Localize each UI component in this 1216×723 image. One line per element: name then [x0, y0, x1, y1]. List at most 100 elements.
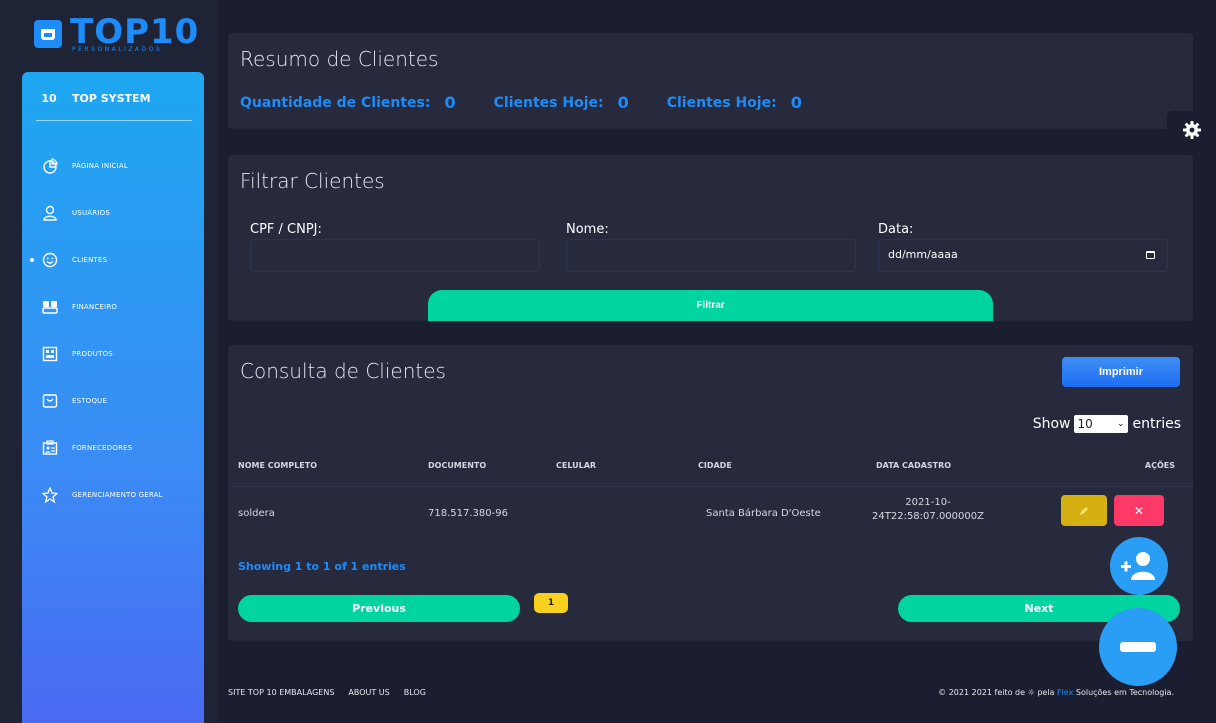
sidebar-item-produtos[interactable]: PRODUTOS: [22, 330, 204, 377]
stat-value: 0: [444, 93, 456, 112]
filter-title: Filtrar Clientes: [240, 169, 385, 193]
supplier-icon: [40, 438, 60, 458]
chevron-down-icon: ⌄: [1116, 419, 1125, 429]
entries-label: entries: [1132, 416, 1181, 432]
close-icon: ✕: [1133, 503, 1145, 518]
user-icon: [40, 203, 60, 223]
sidebar-item-clientes[interactable]: CLIENTES: [22, 236, 204, 283]
cell-nome: soldera: [238, 508, 275, 519]
product-icon: [40, 344, 60, 364]
data-label: Data:: [878, 222, 914, 237]
stat-hoje-1: Clientes Hoje: 0: [494, 93, 629, 112]
brand-row[interactable]: 10 TOP SYSTEM: [22, 72, 204, 124]
nome-label: Nome:: [566, 222, 609, 237]
logo-subtext: PERSONALIZADOS: [72, 46, 163, 53]
cpf-input[interactable]: [250, 239, 540, 272]
active-indicator: [30, 257, 34, 262]
stat-label: Clientes Hoje:: [493, 94, 604, 111]
money-icon: [40, 297, 60, 317]
stat-quantidade: Quantidade de Clientes: 0: [240, 93, 456, 112]
stat-hoje-2: Clientes Hoje: 0: [667, 93, 802, 112]
minus-icon: [1120, 642, 1156, 652]
entries-select[interactable]: 10 ⌄: [1074, 415, 1129, 433]
footer-copyright: © 2021 2021 feito de ☼ pela Flex Soluçõe…: [938, 688, 1174, 697]
stock-icon: [40, 391, 60, 411]
col-data-cadastro[interactable]: DATA CADASTRO: [876, 461, 951, 470]
col-cidade[interactable]: CIDADE: [698, 461, 732, 470]
col-celular[interactable]: CELULAR: [556, 461, 596, 470]
copyright-brand-link[interactable]: Flex: [1057, 688, 1073, 697]
logo-text: TOP10: [70, 12, 200, 52]
pie-chart-icon: [40, 156, 60, 176]
footer-link-about[interactable]: ABOUT US: [348, 688, 389, 697]
filtrar-button[interactable]: Filtrar: [428, 290, 993, 321]
delete-button[interactable]: ✕: [1114, 495, 1164, 526]
brand-name: TOP SYSTEM: [72, 91, 151, 105]
previous-button[interactable]: Previous: [238, 595, 520, 622]
sidebar-item-label: GERENCIAMENTO GERAL: [72, 490, 163, 499]
summary-card: Resumo de Clientes Quantidade de Cliente…: [228, 33, 1193, 129]
showing-info: Showing 1 to 1 of 1 entries: [238, 560, 406, 573]
summary-stats: Quantidade de Clientes: 0 Clientes Hoje:…: [240, 93, 840, 112]
cell-documento: 718.517.380-96: [428, 508, 508, 519]
gear-star-icon: [40, 485, 60, 505]
table-row: soldera 718.517.380-96 Santa Bárbara D'O…: [228, 488, 1193, 534]
cpf-label: CPF / CNPJ:: [250, 222, 322, 237]
consulta-title: Consulta de Clientes: [240, 359, 446, 383]
settings-toggle[interactable]: [1167, 111, 1216, 149]
sidebar-item-label: PÁGINA INICIAL: [72, 161, 128, 170]
date-line-2: 24T22:58:07.000000Z: [872, 510, 984, 522]
calendar-icon[interactable]: [1146, 251, 1155, 259]
cell-data-cadastro: 2021-10- 24T22:58:07.000000Z: [868, 496, 988, 523]
add-user-button[interactable]: [1110, 537, 1168, 595]
footer-link-blog[interactable]: BLOG: [404, 688, 426, 697]
smile-icon: [40, 250, 60, 270]
sidebar-item-usuarios[interactable]: USUÁRIOS: [22, 189, 204, 236]
pencil-icon: [1080, 506, 1088, 515]
page-1-button[interactable]: 1: [534, 593, 568, 613]
sidebar-item-label: PRODUTOS: [72, 349, 113, 358]
col-documento[interactable]: DOCUMENTO: [428, 461, 486, 470]
imprimir-button[interactable]: Imprimir: [1062, 357, 1180, 387]
sidebar-item-label: ESTOQUE: [72, 396, 108, 405]
sidebar-item-fornecedores[interactable]: FORNECEDORES: [22, 424, 204, 471]
stat-label: Clientes Hoje:: [666, 94, 777, 111]
footer-link-site[interactable]: SITE TOP 10 EMBALAGENS: [228, 688, 334, 697]
summary-title: Resumo de Clientes: [240, 47, 439, 71]
sidebar-item-financeiro[interactable]: FINANCEIRO: [22, 283, 204, 330]
stat-value: 0: [790, 93, 802, 112]
sidebar-item-label: FORNECEDORES: [72, 443, 133, 452]
show-entries: Show 10 ⌄ entries: [1033, 415, 1181, 433]
gear-icon: [1182, 121, 1201, 139]
logo-mark-icon: [34, 20, 62, 48]
sidebar: TOP10 PERSONALIZADOS 10 TOP SYSTEM PÁGIN…: [0, 0, 218, 723]
show-label: Show: [1032, 416, 1071, 432]
copyright-suffix: Soluções em Tecnologia.: [1073, 688, 1174, 697]
sidebar-item-gerenciamento-geral[interactable]: GERENCIAMENTO GERAL: [22, 471, 204, 518]
sidebar-panel: 10 TOP SYSTEM PÁGINA INICIAL USUÁRIOS CL…: [22, 72, 204, 723]
nome-input[interactable]: [566, 239, 856, 272]
stat-value: 0: [617, 93, 629, 112]
sidebar-nav: PÁGINA INICIAL USUÁRIOS CLIENTES FINANCE…: [22, 142, 204, 518]
collapse-button[interactable]: [1099, 608, 1177, 686]
col-nome[interactable]: NOME COMPLETO: [238, 461, 317, 470]
sidebar-item-label: FINANCEIRO: [72, 302, 118, 311]
copyright-prefix: © 2021 2021 feito de ☼ pela: [938, 688, 1057, 697]
table-header: NOME COMPLETO DOCUMENTO CELULAR CIDADE D…: [228, 461, 1193, 487]
footer-links: SITE TOP 10 EMBALAGENS ABOUT US BLOG: [228, 688, 440, 697]
date-placeholder: dd/mm/aaaa: [888, 248, 958, 261]
cell-cidade: Santa Bárbara D'Oeste: [706, 508, 821, 519]
stat-label: Quantidade de Clientes:: [240, 94, 431, 111]
sidebar-item-label: USUÁRIOS: [72, 208, 110, 217]
consulta-card: Consulta de Clientes Imprimir Show 10 ⌄ …: [228, 345, 1193, 641]
date-line-1: 2021-10-: [905, 497, 951, 508]
sidebar-item-pagina-inicial[interactable]: PÁGINA INICIAL: [22, 142, 204, 189]
logo[interactable]: TOP10 PERSONALIZADOS: [34, 14, 199, 54]
entries-value: 10: [1077, 417, 1093, 431]
sidebar-item-label: CLIENTES: [72, 255, 108, 264]
edit-button[interactable]: [1061, 495, 1107, 526]
col-acoes: AÇÕES: [1144, 461, 1175, 470]
brand-number: 10: [41, 91, 57, 105]
filter-card: Filtrar Clientes CPF / CNPJ: Nome: Data:…: [228, 155, 1193, 321]
sidebar-item-estoque[interactable]: ESTOQUE: [22, 377, 204, 424]
